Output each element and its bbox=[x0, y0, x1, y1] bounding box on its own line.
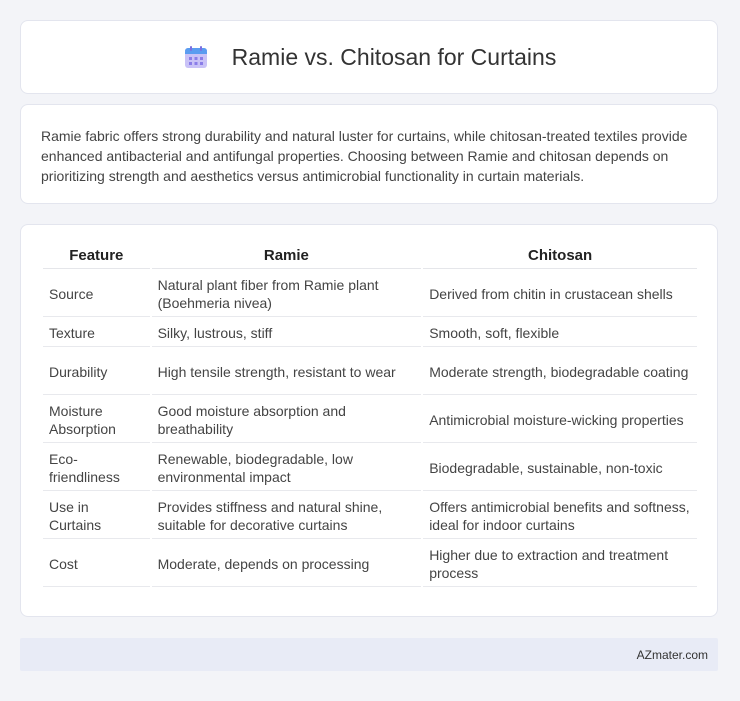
table-header-row: Feature Ramie Chitosan bbox=[43, 243, 697, 269]
table-row: Texture Silky, lustrous, stiff Smooth, s… bbox=[43, 319, 697, 347]
chitosan-cell: Offers antimicrobial benefits and softne… bbox=[423, 493, 697, 539]
chitosan-cell: Higher due to extraction and treatment p… bbox=[423, 541, 697, 587]
feature-cell: Use in Curtains bbox=[43, 493, 150, 539]
title-card: Ramie vs. Chitosan for Curtains bbox=[20, 20, 718, 94]
table-row: Durability High tensile strength, resist… bbox=[43, 349, 697, 395]
chitosan-cell: Antimicrobial moisture-wicking propertie… bbox=[423, 397, 697, 443]
chitosan-cell: Smooth, soft, flexible bbox=[423, 319, 697, 347]
feature-cell: Moisture Absorption bbox=[43, 397, 150, 443]
table-card: Feature Ramie Chitosan Source Natural pl… bbox=[20, 224, 718, 617]
footer-site-name: AZmater.com bbox=[636, 647, 708, 662]
ramie-cell: High tensile strength, resistant to wear bbox=[151, 349, 422, 395]
chitosan-cell: Moderate strength, biodegradable coating bbox=[423, 349, 697, 395]
header-ramie: Ramie bbox=[151, 243, 422, 269]
feature-cell: Cost bbox=[43, 541, 150, 587]
feature-cell: Texture bbox=[43, 319, 150, 347]
feature-cell: Eco-friendliness bbox=[43, 445, 150, 491]
intro-text: Ramie fabric offers strong durability an… bbox=[41, 128, 688, 184]
table-row: Cost Moderate, depends on processing Hig… bbox=[43, 541, 697, 587]
ramie-cell: Good moisture absorption and breathabili… bbox=[151, 397, 422, 443]
header-chitosan: Chitosan bbox=[423, 243, 697, 269]
table-row: Moisture Absorption Good moisture absorp… bbox=[43, 397, 697, 443]
feature-cell: Source bbox=[43, 271, 150, 317]
chitosan-cell: Biodegradable, sustainable, non-toxic bbox=[423, 445, 697, 491]
header-feature: Feature bbox=[43, 243, 150, 269]
page-title: Ramie vs. Chitosan for Curtains bbox=[231, 43, 557, 70]
table-row: Source Natural plant fiber from Ramie pl… bbox=[43, 271, 697, 317]
table-row: Use in Curtains Provides stiffness and n… bbox=[43, 493, 697, 539]
ramie-cell: Provides stiffness and natural shine, su… bbox=[151, 493, 422, 539]
intro-card: Ramie fabric offers strong durability an… bbox=[20, 104, 718, 204]
feature-cell: Durability bbox=[43, 349, 150, 395]
comparison-table: Feature Ramie Chitosan Source Natural pl… bbox=[41, 241, 699, 589]
ramie-cell: Silky, lustrous, stiff bbox=[151, 319, 422, 347]
footer: AZmater.com bbox=[20, 638, 718, 671]
ramie-cell: Moderate, depends on processing bbox=[151, 541, 422, 587]
chitosan-cell: Derived from chitin in crustacean shells bbox=[423, 271, 697, 317]
table-row: Eco-friendliness Renewable, biodegradabl… bbox=[43, 445, 697, 491]
ramie-cell: Renewable, biodegradable, low environmen… bbox=[151, 445, 422, 491]
ramie-cell: Natural plant fiber from Ramie plant (Bo… bbox=[151, 271, 422, 317]
calendar-icon bbox=[182, 43, 210, 71]
